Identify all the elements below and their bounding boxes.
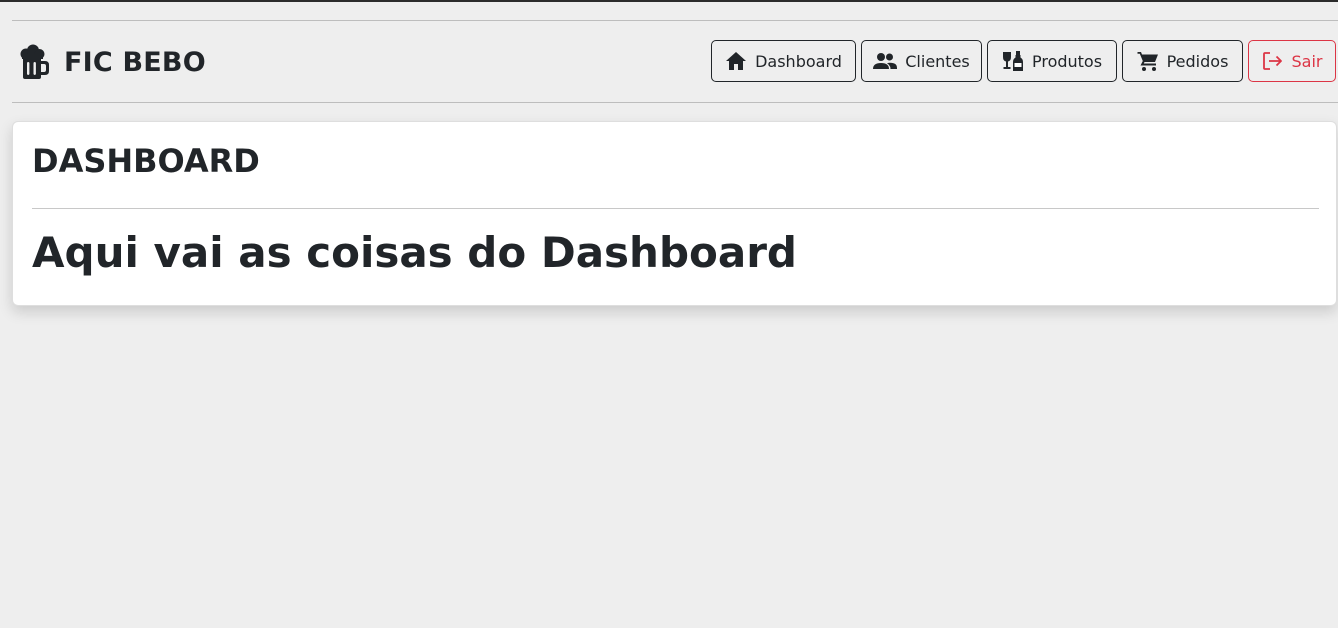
produtos-button-label: Produtos bbox=[1031, 51, 1103, 71]
card-divider bbox=[32, 208, 1319, 209]
clientes-button[interactable]: Clientes bbox=[861, 40, 982, 82]
header-bottom-divider bbox=[12, 102, 1338, 103]
produtos-button[interactable]: Produtos bbox=[987, 40, 1117, 82]
page-title: DASHBOARD bbox=[32, 142, 260, 180]
clientes-button-label: Clientes bbox=[905, 51, 970, 71]
users-icon bbox=[873, 52, 898, 70]
dashboard-button[interactable]: Dashboard bbox=[711, 40, 856, 82]
pedidos-button[interactable]: Pedidos bbox=[1122, 40, 1243, 82]
sair-button-label: Sair bbox=[1291, 51, 1323, 71]
logout-icon bbox=[1262, 51, 1284, 71]
dashboard-card: DASHBOARD Aqui vai as coisas do Dashboar… bbox=[12, 121, 1337, 306]
bottles-icon bbox=[1002, 50, 1024, 72]
beer-mug-icon bbox=[16, 44, 52, 80]
brand[interactable]: FIC BEBO bbox=[16, 42, 206, 82]
pedidos-button-label: Pedidos bbox=[1166, 51, 1229, 71]
cart-icon bbox=[1137, 50, 1159, 72]
header-top-divider bbox=[12, 20, 1338, 21]
home-icon bbox=[725, 51, 747, 71]
dashboard-content-heading: Aqui vai as coisas do Dashboard bbox=[32, 228, 797, 277]
brand-name: FIC BEBO bbox=[64, 46, 206, 78]
window-top-border bbox=[0, 0, 1338, 2]
main-nav: Dashboard Clientes Produtos Pedidos Sair bbox=[711, 40, 1336, 82]
dashboard-button-label: Dashboard bbox=[755, 51, 842, 71]
sair-button[interactable]: Sair bbox=[1248, 40, 1336, 82]
